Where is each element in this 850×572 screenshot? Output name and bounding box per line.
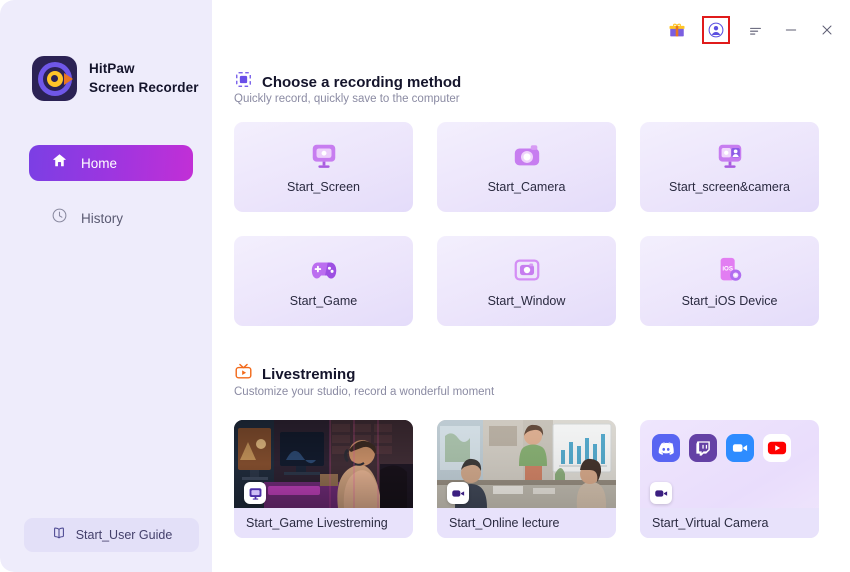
livestream-card-bar: Start_Game Livestreming	[234, 508, 413, 538]
main-content: Choose a recording method Quickly record…	[212, 0, 850, 572]
brand: HitPaw Screen Recorder	[32, 56, 199, 101]
recording-card-label: Start_Window	[488, 294, 566, 308]
recording-section-subtitle: Quickly record, quickly save to the comp…	[234, 93, 460, 105]
monitor-camera-icon	[715, 140, 745, 172]
sidebar: HitPaw Screen Recorder Home History Star…	[0, 0, 212, 572]
gift-icon[interactable]	[666, 19, 688, 41]
app-window: HitPaw Screen Recorder Home History Star…	[0, 0, 850, 572]
recording-card-start-screen[interactable]: Start_Screen	[234, 122, 413, 212]
livestream-card-bar: Start_Online lecture	[437, 508, 616, 538]
hitpaw-logo-icon	[32, 56, 77, 101]
recording-card-label: Start_screen&camera	[669, 180, 790, 194]
livestreaming-section-title: Livestreming	[262, 366, 355, 383]
ios-device-icon: iOS	[715, 254, 745, 286]
home-icon	[51, 152, 68, 174]
recording-card-start-game[interactable]: Start_Game	[234, 236, 413, 326]
screen-capture-icon	[234, 70, 253, 94]
svg-text:iOS: iOS	[722, 265, 733, 272]
recording-card-start-window[interactable]: Start_Window	[437, 236, 616, 326]
recording-card-start-ios-device[interactable]: iOS Start_iOS Device	[640, 236, 819, 326]
livestream-card-bar: Start_Virtual Camera	[640, 508, 819, 538]
book-icon	[51, 525, 67, 546]
window-capture-icon	[512, 254, 542, 286]
user-guide-label: Start_User Guide	[76, 528, 173, 542]
tv-icon	[234, 362, 253, 386]
camera-icon	[512, 140, 542, 172]
monitor-icon	[309, 140, 339, 172]
user-guide-button[interactable]: Start_User Guide	[24, 518, 199, 552]
account-button[interactable]	[702, 16, 730, 44]
twitch-icon[interactable]	[689, 434, 717, 462]
clock-icon	[51, 207, 68, 229]
brand-line-2: Screen Recorder	[89, 79, 199, 97]
livestream-card-start-virtual-camera[interactable]: Start_Virtual Camera	[640, 420, 819, 538]
recording-section-title: Choose a recording method	[262, 74, 461, 91]
brand-line-1: HitPaw	[89, 60, 199, 78]
recording-card-label: Start_iOS Device	[682, 294, 778, 308]
menu-icon[interactable]	[744, 19, 766, 41]
minimize-icon[interactable]	[780, 19, 802, 41]
recording-card-start-camera[interactable]: Start_Camera	[437, 122, 616, 212]
recording-method-grid: Start_Screen Start_Camera Start_screen&cam…	[234, 122, 819, 326]
sidebar-item-home-label: Home	[81, 156, 117, 171]
livestream-card-start-game-livestreming[interactable]: Start_Game Livestreming	[234, 420, 413, 538]
sidebar-item-home[interactable]: Home	[29, 145, 193, 181]
livestream-card-label: Start_Game Livestreming	[246, 516, 388, 530]
livestream-card-label: Start_Online lecture	[449, 516, 559, 530]
recording-card-label: Start_Game	[290, 294, 357, 308]
close-icon[interactable]	[816, 19, 838, 41]
webcam-badge-icon	[650, 482, 672, 504]
gamepad-icon	[309, 254, 339, 286]
account-icon	[707, 21, 725, 39]
titlebar	[666, 16, 838, 44]
sidebar-item-history-label: History	[81, 211, 123, 226]
livestreaming-section-subtitle: Customize your studio, record a wonderfu…	[234, 386, 494, 398]
brand-text: HitPaw Screen Recorder	[89, 60, 199, 96]
youtube-icon[interactable]	[763, 434, 791, 462]
recording-card-label: Start_Screen	[287, 180, 360, 194]
recording-card-start-screen-camera[interactable]: Start_screen&camera	[640, 122, 819, 212]
livestream-card-label: Start_Virtual Camera	[652, 516, 769, 530]
livestream-card-start-online-lecture[interactable]: Start_Online lecture	[437, 420, 616, 538]
livestreaming-grid: Start_Game Livestreming Start_Online lect…	[234, 420, 819, 538]
zoom-icon[interactable]	[726, 434, 754, 462]
sidebar-item-history[interactable]: History	[29, 205, 193, 231]
platform-icon-row	[652, 434, 791, 462]
monitor-badge-icon	[244, 482, 266, 504]
recording-section-header: Choose a recording method	[234, 70, 461, 94]
webcam-badge-icon	[447, 482, 469, 504]
livestreaming-section-header: Livestreming	[234, 362, 355, 386]
discord-icon[interactable]	[652, 434, 680, 462]
recording-card-label: Start_Camera	[488, 180, 566, 194]
